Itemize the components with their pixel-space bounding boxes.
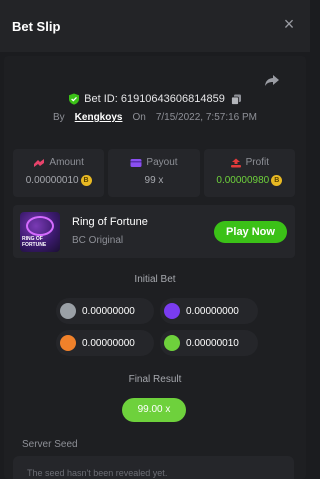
username-link[interactable]: Kengkoys — [75, 112, 123, 123]
page-title: Bet Slip — [12, 18, 61, 34]
final-result-badge: 99.00 x — [122, 398, 186, 422]
profit-value: 0.00000980 — [216, 175, 270, 186]
amount-label-row: Amount — [13, 157, 104, 168]
copy-icon[interactable] — [230, 94, 242, 105]
purple-dot-icon — [164, 303, 180, 319]
payout-label-row: Payout — [108, 157, 199, 168]
amount-stat: Amount 0.00000010 — [13, 149, 105, 197]
amount-value: 0.00000010 — [25, 175, 79, 186]
grey-dot-icon — [60, 303, 76, 319]
payout-label: Payout — [146, 157, 178, 168]
ring-graphic — [26, 216, 54, 236]
payout-stat: Payout 99 x — [108, 149, 200, 197]
share-icon[interactable] — [264, 72, 280, 88]
payout-value-row: 99 x — [108, 175, 199, 186]
profit-stat: Profit 0.00000980 — [203, 149, 295, 197]
server-seed-label: Server Seed — [22, 439, 78, 450]
initial-bet-purple: 0.00000000 — [160, 298, 258, 324]
initial-bet-green: 0.00000010 — [160, 330, 258, 356]
profit-icon — [230, 158, 241, 167]
amount-icon — [34, 158, 45, 167]
initial-bet-value: 0.00000000 — [82, 337, 135, 349]
bet-slip-header: Bet Slip × — [0, 0, 310, 52]
amount-label: Amount — [49, 157, 84, 168]
payout-icon — [130, 158, 142, 167]
bet-id-row: Bet ID: 61910643606814859 — [0, 93, 310, 105]
bet-stats: Amount 0.00000010 Payout 99 x Profit — [13, 149, 295, 197]
profit-label-row: Profit — [204, 157, 295, 168]
thumbnail-text: RING OF FORTUNE — [22, 236, 47, 248]
coin-icon — [80, 175, 92, 186]
on-label: On — [132, 112, 146, 123]
profit-value-row: 0.00000980 — [204, 175, 295, 186]
by-label: By — [53, 112, 65, 123]
close-icon[interactable]: × — [280, 15, 298, 33]
initial-bet-title: Initial Bet — [134, 274, 176, 285]
initial-bet-grey: 0.00000000 — [56, 298, 154, 324]
game-name: Ring of Fortune — [72, 216, 148, 228]
payout-value: 99 x — [144, 175, 164, 186]
final-result-title: Final Result — [128, 374, 182, 385]
server-seed-text: The seed hasn't been revealed yet. — [27, 468, 168, 478]
bet-datetime: 7/15/2022, 7:57:16 PM — [155, 112, 257, 123]
profit-label: Profit — [245, 157, 269, 168]
game-card: RING OF FORTUNE Ring of Fortune BC Origi… — [13, 205, 295, 258]
server-seed-box: The seed hasn't been revealed yet. — [13, 456, 294, 479]
play-now-button[interactable]: Play Now — [214, 221, 287, 243]
initial-bet-orange: 0.00000000 — [56, 330, 154, 356]
bet-id: Bet ID: 61910643606814859 — [84, 93, 225, 105]
initial-bet-value: 0.00000000 — [186, 305, 239, 317]
orange-dot-icon — [60, 335, 76, 351]
bet-byline: By Kengkoys On 7/15/2022, 7:57:16 PM — [0, 112, 310, 123]
shield-check-icon — [69, 93, 80, 105]
game-provider: BC Original — [72, 235, 124, 246]
initial-bet-value: 0.00000000 — [82, 305, 135, 317]
amount-value-row: 0.00000010 — [13, 175, 104, 186]
initial-bet-value: 0.00000010 — [186, 337, 239, 349]
green-dot-icon — [164, 335, 180, 351]
game-thumbnail[interactable]: RING OF FORTUNE — [20, 212, 60, 252]
coin-icon — [271, 175, 283, 186]
